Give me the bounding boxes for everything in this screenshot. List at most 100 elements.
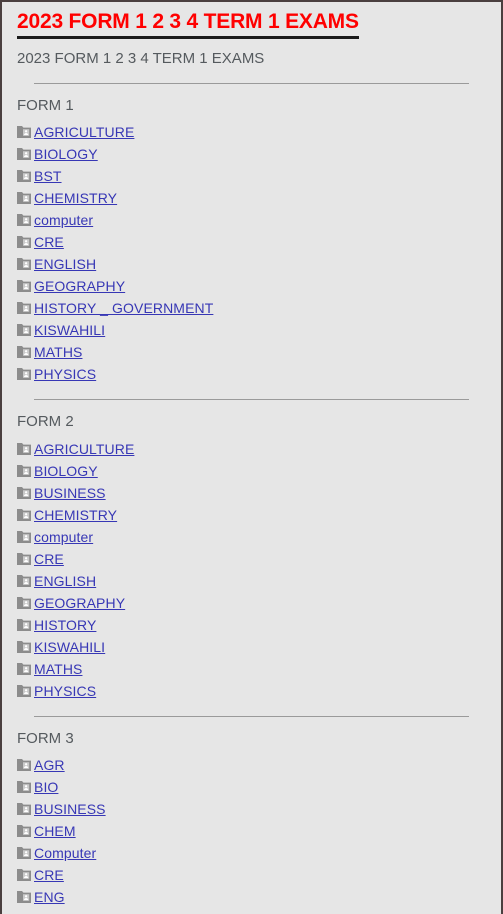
- folder-user-icon: [17, 126, 31, 139]
- page-container: 2023 FORM 1 2 3 4 TERM 1 EXAMS 2023 FORM…: [2, 2, 501, 908]
- folder-user-icon: [17, 280, 31, 293]
- list-item-link[interactable]: CRE: [34, 548, 64, 570]
- list-item-link[interactable]: PHYSICS: [34, 363, 96, 385]
- folder-user-icon: [17, 192, 31, 205]
- list-item[interactable]: BIO: [17, 776, 491, 798]
- folder-user-icon: [17, 803, 31, 816]
- list-item[interactable]: ENGLISH: [17, 253, 491, 275]
- folder-user-icon: [17, 324, 31, 337]
- list-item-link[interactable]: ENG: [34, 886, 65, 908]
- list-item-link[interactable]: CHEMISTRY: [34, 187, 117, 209]
- section-heading-0: FORM 1: [17, 96, 74, 114]
- folder-user-icon: [17, 530, 31, 543]
- section-item-list-1: AGRICULTURE BIOLOGY BUSINESS CHEMISTRY c…: [12, 438, 491, 702]
- list-item-link[interactable]: ENGLISH: [34, 570, 96, 592]
- list-item[interactable]: computer: [17, 209, 491, 231]
- folder-user-icon: [17, 258, 31, 271]
- folder-user-icon: [17, 464, 31, 477]
- list-item[interactable]: HISTORY: [17, 614, 491, 636]
- folder-user-icon: [17, 148, 31, 161]
- list-item-link[interactable]: MATHS: [34, 658, 82, 680]
- folder-user-icon: [17, 368, 31, 381]
- folder-user-icon: [17, 847, 31, 860]
- list-item[interactable]: GEOGRAPHY: [17, 592, 491, 614]
- list-item-link[interactable]: GEOGRAPHY: [34, 592, 125, 614]
- list-item-link[interactable]: HISTORY: [34, 614, 96, 636]
- folder-user-icon: [17, 618, 31, 631]
- folder-user-icon: [17, 302, 31, 315]
- list-item-link[interactable]: CHEM: [34, 820, 76, 842]
- folder-user-icon: [17, 508, 31, 521]
- list-item-link[interactable]: computer: [34, 526, 93, 548]
- list-item-link[interactable]: HISTORY _ GOVERNMENT: [34, 297, 213, 319]
- list-item[interactable]: AGR: [17, 754, 491, 776]
- page-header: 2023 FORM 1 2 3 4 TERM 1 EXAMS: [12, 2, 491, 40]
- list-item-link[interactable]: CRE: [34, 231, 64, 253]
- folder-user-icon: [17, 596, 31, 609]
- list-item[interactable]: KISWAHILI: [17, 319, 491, 341]
- section-item-list-0: AGRICULTURE BIOLOGY BST CHEMISTRY comput…: [12, 121, 491, 385]
- list-item[interactable]: BIOLOGY: [17, 460, 491, 482]
- folder-user-icon: [17, 214, 31, 227]
- list-item-link[interactable]: AGR: [34, 754, 65, 776]
- list-item-link[interactable]: BST: [34, 165, 62, 187]
- list-item[interactable]: PHYSICS: [17, 363, 491, 385]
- folder-user-icon: [17, 170, 31, 183]
- list-item[interactable]: ENG: [17, 886, 491, 908]
- folder-user-icon: [17, 486, 31, 499]
- list-item-link[interactable]: BUSINESS: [34, 482, 106, 504]
- list-item[interactable]: BST: [17, 165, 491, 187]
- list-item-link[interactable]: MATHS: [34, 341, 82, 363]
- folder-user-icon: [17, 574, 31, 587]
- list-item[interactable]: MATHS: [17, 658, 491, 680]
- list-item-link[interactable]: AGRICULTURE: [34, 438, 134, 460]
- list-item-link[interactable]: GEOGRAPHY: [34, 275, 125, 297]
- list-item[interactable]: AGRICULTURE: [17, 438, 491, 460]
- folder-user-icon: [17, 662, 31, 675]
- folder-user-icon: [17, 346, 31, 359]
- list-item[interactable]: CHEMISTRY: [17, 187, 491, 209]
- list-item-link[interactable]: ENGLISH: [34, 253, 96, 275]
- list-item[interactable]: PHYSICS: [17, 680, 491, 702]
- folder-user-icon: [17, 442, 31, 455]
- section-item-list-2: AGR BIO BUSINESS CHEM Computer CRE ENG: [12, 754, 491, 908]
- list-item[interactable]: MATHS: [17, 341, 491, 363]
- folder-user-icon: [17, 640, 31, 653]
- list-item[interactable]: HISTORY _ GOVERNMENT: [17, 297, 491, 319]
- section-heading-2: FORM 3: [17, 729, 74, 747]
- list-item[interactable]: CHEMISTRY: [17, 504, 491, 526]
- list-item[interactable]: CRE: [17, 548, 491, 570]
- list-item[interactable]: ENGLISH: [17, 570, 491, 592]
- folder-user-icon: [17, 781, 31, 794]
- list-item[interactable]: CRE: [17, 231, 491, 253]
- list-item[interactable]: CHEM: [17, 820, 491, 842]
- list-item-link[interactable]: BIO: [34, 776, 58, 798]
- list-item-link[interactable]: CHEMISTRY: [34, 504, 117, 526]
- folder-user-icon: [17, 236, 31, 249]
- folder-user-icon: [17, 684, 31, 697]
- list-item-link[interactable]: KISWAHILI: [34, 636, 105, 658]
- list-item[interactable]: GEOGRAPHY: [17, 275, 491, 297]
- list-item[interactable]: BUSINESS: [17, 798, 491, 820]
- list-item-link[interactable]: BUSINESS: [34, 798, 106, 820]
- page-subtitle: 2023 FORM 1 2 3 4 TERM 1 EXAMS: [17, 50, 265, 68]
- section-heading-1: FORM 2: [17, 413, 74, 431]
- list-item[interactable]: AGRICULTURE: [17, 121, 491, 143]
- folder-user-icon: [17, 825, 31, 838]
- list-item-link[interactable]: BIOLOGY: [34, 143, 98, 165]
- list-item-link[interactable]: AGRICULTURE: [34, 121, 134, 143]
- sections-root: FORM 1 AGRICULTURE BIOLOGY BST CHEMISTRY…: [12, 82, 491, 909]
- list-item[interactable]: Computer: [17, 842, 491, 864]
- list-item-link[interactable]: CRE: [34, 864, 64, 886]
- list-item[interactable]: computer: [17, 526, 491, 548]
- list-item[interactable]: BUSINESS: [17, 482, 491, 504]
- folder-user-icon: [17, 552, 31, 565]
- list-item-link[interactable]: KISWAHILI: [34, 319, 105, 341]
- list-item-link[interactable]: computer: [34, 209, 93, 231]
- list-item-link[interactable]: BIOLOGY: [34, 460, 98, 482]
- list-item[interactable]: CRE: [17, 864, 491, 886]
- list-item[interactable]: BIOLOGY: [17, 143, 491, 165]
- list-item-link[interactable]: Computer: [34, 842, 96, 864]
- list-item-link[interactable]: PHYSICS: [34, 680, 96, 702]
- list-item[interactable]: KISWAHILI: [17, 636, 491, 658]
